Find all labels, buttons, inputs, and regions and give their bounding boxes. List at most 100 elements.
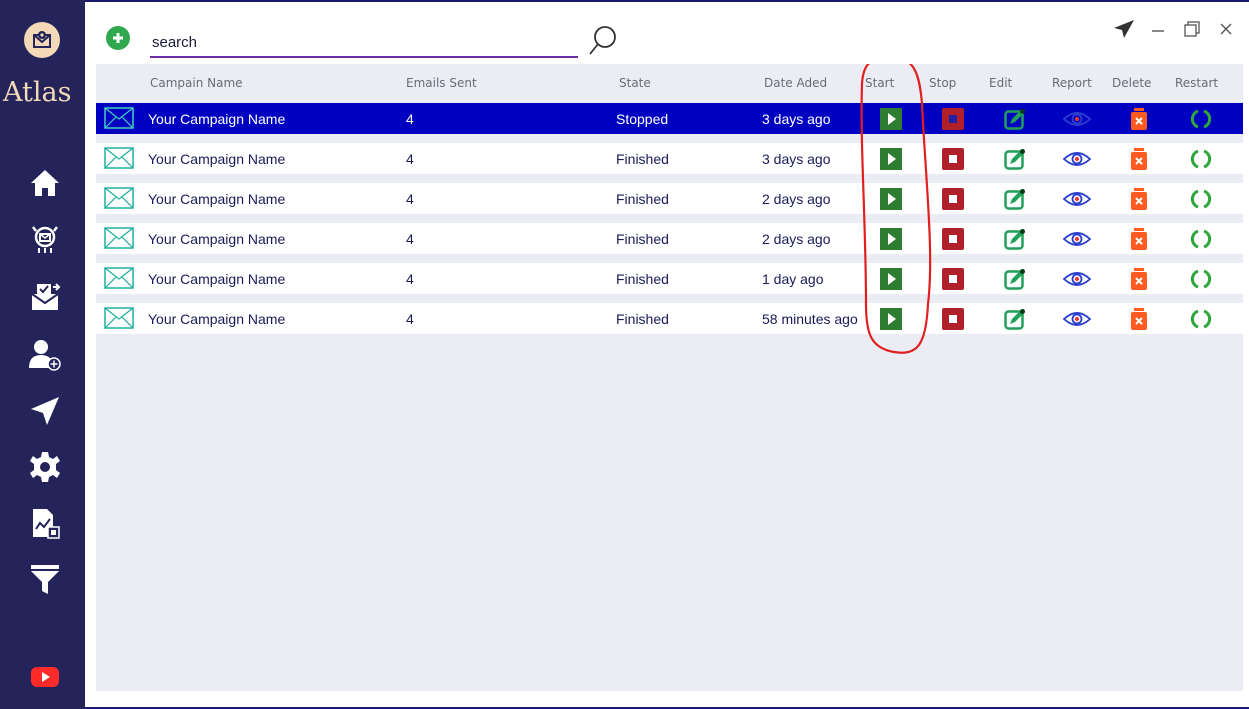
envelope-icon [104,227,134,249]
campaign-state: Stopped [616,111,669,127]
youtube-icon[interactable] [28,660,62,694]
add-campaign-button[interactable] [106,26,130,50]
emails-sent: 4 [406,191,414,207]
header-delete[interactable]: Delete [1112,76,1151,90]
home-icon[interactable] [28,166,62,200]
header-edit[interactable]: Edit [989,76,1012,90]
envelope-lock-icon [33,31,51,48]
envelope-icon [104,187,134,209]
emails-sent: 4 [406,231,414,247]
envelope-icon [104,107,134,129]
date-added: 3 days ago [762,151,831,167]
report-eye-icon[interactable] [1062,228,1092,250]
table-row[interactable]: Your Campaign Name 4 Finished 3 days ago [96,143,1243,174]
campaign-table: Campain Name Emails Sent State Date Aded… [96,64,1243,691]
delete-button[interactable] [1128,268,1150,290]
delete-button[interactable] [1128,148,1150,170]
edit-button[interactable] [1004,228,1026,250]
start-button[interactable] [880,148,902,170]
campaign-state: Finished [616,231,669,247]
report-file-icon[interactable] [28,506,62,540]
date-added: 2 days ago [762,191,831,207]
send-shortcut-icon[interactable] [1113,18,1135,40]
restart-button[interactable] [1190,188,1212,210]
campaign-state: Finished [616,271,669,287]
edit-button[interactable] [1004,268,1026,290]
campaign-name: Your Campaign Name [148,231,286,247]
restart-button[interactable] [1190,268,1212,290]
stop-button[interactable] [942,228,964,250]
report-eye-icon[interactable] [1062,308,1092,330]
table-header: Campain Name Emails Sent State Date Aded… [96,64,1243,102]
campaign-mail-icon[interactable] [28,280,62,314]
date-added: 2 days ago [762,231,831,247]
campaign-name: Your Campaign Name [148,271,286,287]
restart-button[interactable] [1190,108,1212,130]
app-logo [24,22,60,58]
header-report[interactable]: Report [1052,76,1092,90]
envelope-icon [104,147,134,169]
date-added: 58 minutes ago [762,311,858,327]
minimize-button[interactable] [1147,18,1169,40]
campaign-state: Finished [616,311,669,327]
envelope-icon [104,267,134,289]
table-row[interactable]: Your Campaign Name 4 Finished 1 day ago [96,263,1243,294]
edit-button[interactable] [1004,188,1026,210]
table-row[interactable]: Your Campaign Name 4 Finished 2 days ago [96,223,1243,254]
table-row[interactable]: Your Campaign Name 4 Finished 58 minutes… [96,303,1243,334]
header-stop[interactable]: Stop [929,76,956,90]
start-button[interactable] [880,268,902,290]
emails-sent: 4 [406,111,414,127]
start-button[interactable] [880,188,902,210]
window-controls [1113,18,1237,40]
filter-icon[interactable] [28,562,62,596]
add-user-icon[interactable] [28,338,62,372]
header-campaign-name[interactable]: Campain Name [150,76,243,90]
delete-button[interactable] [1128,228,1150,250]
maximize-button[interactable] [1181,18,1203,40]
date-added: 3 days ago [762,111,831,127]
restart-button[interactable] [1190,148,1212,170]
edit-button[interactable] [1004,108,1026,130]
delete-button[interactable] [1128,308,1150,330]
robot-icon[interactable] [28,222,62,256]
start-button[interactable] [880,228,902,250]
campaign-state: Finished [616,191,669,207]
emails-sent: 4 [406,311,414,327]
header-date[interactable]: Date Aded [764,76,827,90]
search-icon[interactable] [588,24,618,56]
header-start[interactable]: Start [865,76,894,90]
campaign-name: Your Campaign Name [148,191,286,207]
close-button[interactable] [1215,18,1237,40]
stop-button[interactable] [942,148,964,170]
start-button[interactable] [880,108,902,130]
gear-icon[interactable] [28,450,62,484]
campaign-name: Your Campaign Name [148,151,286,167]
header-state[interactable]: State [619,76,651,90]
header-emails-sent[interactable]: Emails Sent [406,76,477,90]
edit-button[interactable] [1004,308,1026,330]
report-eye-icon[interactable] [1062,108,1092,130]
date-added: 1 day ago [762,271,824,287]
envelope-icon [104,307,134,329]
stop-button[interactable] [942,188,964,210]
delete-button[interactable] [1128,188,1150,210]
report-eye-icon[interactable] [1062,188,1092,210]
table-row[interactable]: Your Campaign Name 4 Finished 2 days ago [96,183,1243,214]
start-button[interactable] [880,308,902,330]
campaign-state: Finished [616,151,669,167]
delete-button[interactable] [1128,108,1150,130]
edit-button[interactable] [1004,148,1026,170]
stop-button[interactable] [942,108,964,130]
restart-button[interactable] [1190,308,1212,330]
table-row[interactable]: Your Campaign Name 4 Stopped 3 days ago [96,103,1243,134]
restart-button[interactable] [1190,228,1212,250]
search-input[interactable] [150,28,578,58]
header-restart[interactable]: Restart [1175,76,1218,90]
report-eye-icon[interactable] [1062,268,1092,290]
campaign-name: Your Campaign Name [148,111,286,127]
stop-button[interactable] [942,308,964,330]
stop-button[interactable] [942,268,964,290]
report-eye-icon[interactable] [1062,148,1092,170]
send-icon[interactable] [28,394,62,428]
